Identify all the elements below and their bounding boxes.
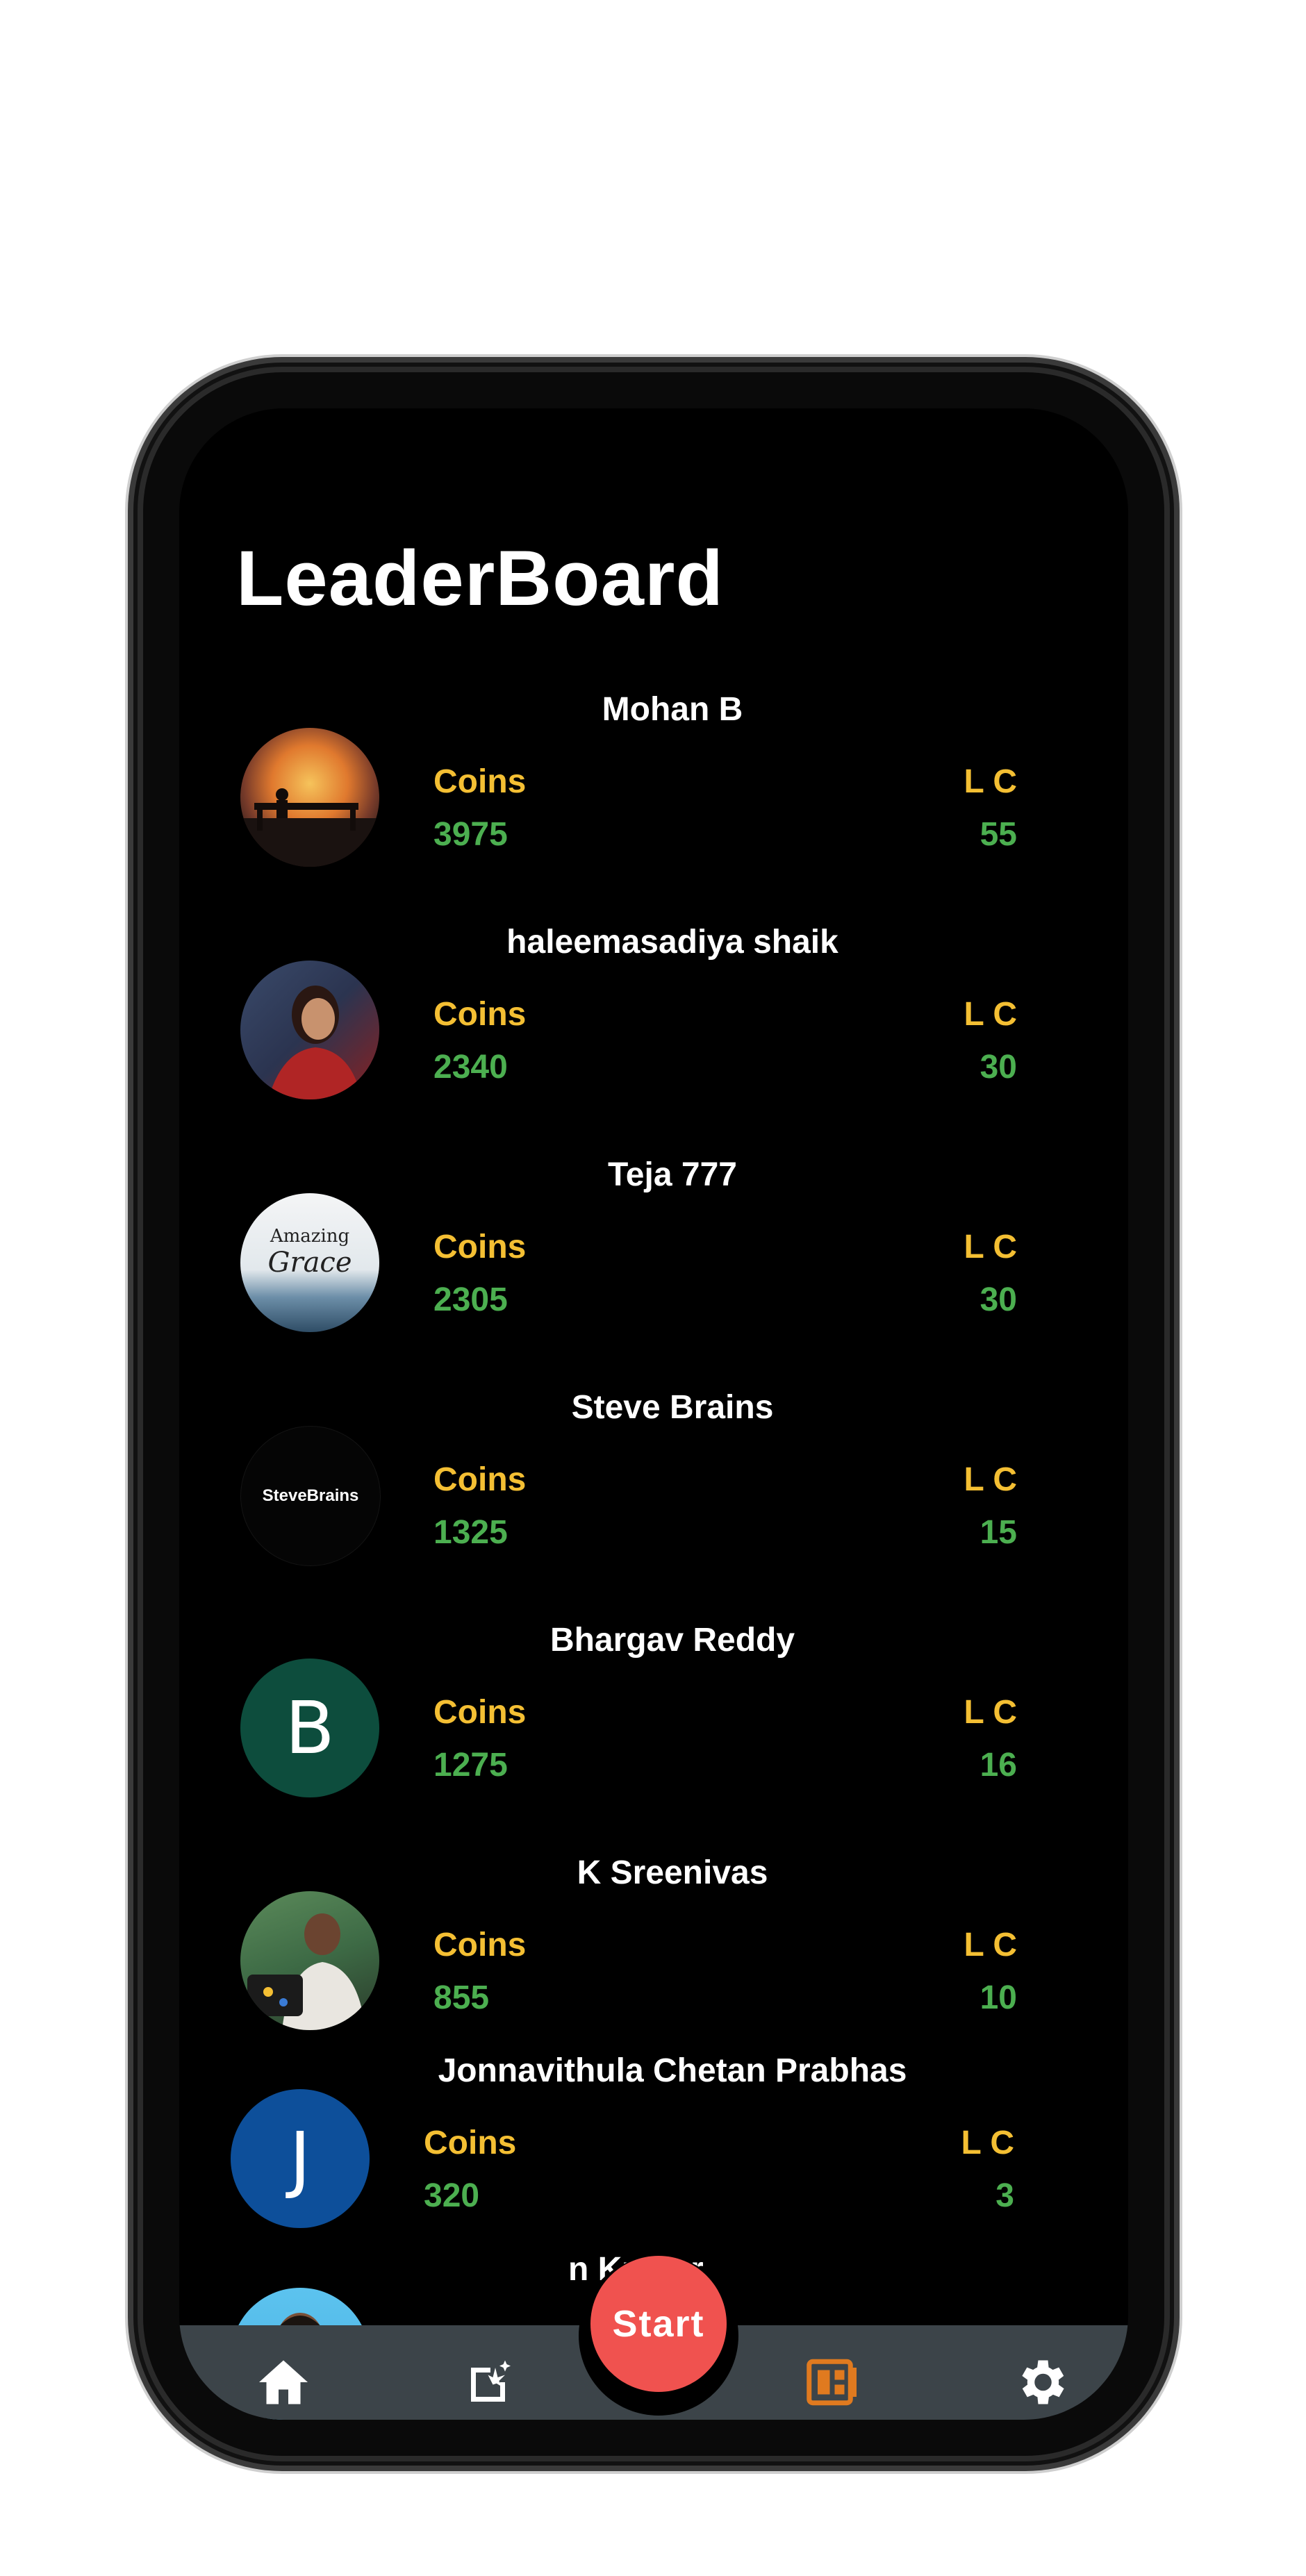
avatar: SteveBrains [240,1426,381,1566]
bench-silhouette-icon [240,788,379,867]
player-name: Bhargav Reddy [549,1622,795,1659]
player-name: Steve Brains [571,1389,774,1426]
coins-label: Coins [424,2125,517,2161]
leaderboard-entry[interactable]: haleemasadiya shaik Coins L C 2340 30 [179,924,1128,1148]
avatar-text: Amazing [270,1226,350,1247]
coins-label: Coins [433,1927,527,1963]
coins-label: Coins [433,763,527,800]
coins-value: 320 [424,2177,480,2214]
lc-value: 3 [995,2177,1014,2214]
sparkle-edit-icon[interactable] [461,2353,520,2411]
lc-label: L C [964,996,1017,1033]
leaderboard-entry[interactable]: K Sreenivas Coins L C 855 10 [179,1854,1128,2079]
leaderboard-entry[interactable]: B Bhargav Reddy Coins L C 1275 16 [179,1622,1128,1846]
avatar [240,1891,379,2030]
coins-label: Coins [433,1461,527,1498]
lc-label: L C [964,1694,1017,1731]
leaderboard-icon[interactable] [803,2353,861,2411]
coins-value: 1325 [433,1514,508,1551]
coins-value: 855 [433,1979,490,2016]
player-name: haleemasadiya shaik [506,924,838,961]
start-button[interactable]: Start [590,2256,727,2392]
lc-label: L C [961,2125,1014,2161]
lc-value: 16 [980,1747,1017,1784]
person-silhouette-icon [247,1913,365,2030]
coins-value: 1275 [433,1747,508,1784]
avatar-initial: B [285,1686,335,1770]
coins-label: Coins [433,1229,527,1265]
avatar [240,961,379,1099]
lc-label: L C [964,763,1017,800]
player-name: Jonnavithula Chetan Prabhas [438,2052,907,2089]
lc-value: 15 [980,1514,1017,1551]
home-icon[interactable] [254,2353,313,2411]
leaderboard-entry[interactable]: SteveBrains Steve Brains Coins L C 1325 … [179,1389,1128,1613]
page-title: LeaderBoard [236,535,724,622]
leaderboard-entry[interactable]: J Jonnavithula Chetan Prabhas Coins L C … [179,2052,1128,2277]
player-name: K Sreenivas [577,1854,768,1891]
leaderboard-entry[interactable]: Amazing Grace Teja 777 Coins L C 2305 30 [179,1156,1128,1381]
lc-label: L C [964,1229,1017,1265]
player-name: Mohan B [602,691,743,728]
avatar: B [240,1659,379,1797]
person-silhouette-icon [268,986,362,1099]
lc-value: 10 [980,1979,1017,2016]
lc-value: 30 [980,1049,1017,1086]
avatar-initial: J [289,2116,311,2201]
coins-value: 3975 [433,816,508,853]
coins-value: 2305 [433,1281,508,1318]
lc-label: L C [964,1461,1017,1498]
lc-value: 30 [980,1281,1017,1318]
player-name: Teja 777 [608,1156,737,1193]
coins-label: Coins [433,996,527,1033]
lc-label: L C [964,1927,1017,1963]
leaderboard-entry[interactable]: Mohan B Coins L C 3975 55 [179,691,1128,915]
avatar: Amazing Grace [240,1193,379,1332]
lc-value: 55 [980,816,1017,853]
coins-value: 2340 [433,1049,508,1086]
avatar [240,728,379,867]
avatar-text: SteveBrains [262,1486,359,1505]
app-screen: LeaderBoard Mohan B Coins L C 3975 55 ha… [179,408,1128,2420]
coins-label: Coins [433,1694,527,1731]
avatar-text: Grace [267,1247,352,1279]
settings-icon[interactable] [1011,2353,1070,2411]
avatar: J [231,2089,370,2228]
